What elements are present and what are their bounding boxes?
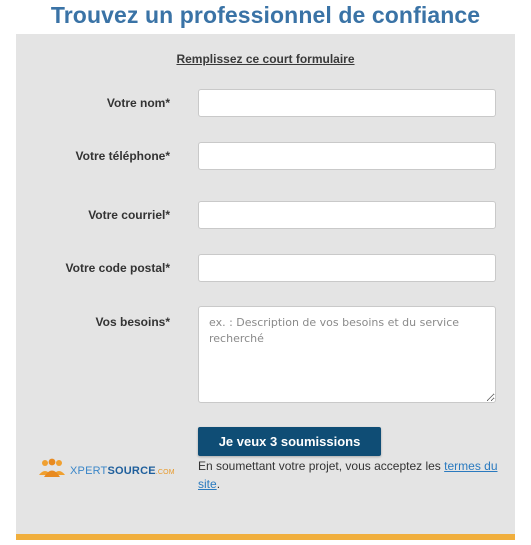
- needs-label: Vos besoins*: [95, 315, 170, 329]
- brand-part3: .COM: [155, 468, 175, 476]
- people-group-icon: [38, 458, 66, 483]
- postal-code-field[interactable]: [198, 254, 496, 282]
- submit-button[interactable]: Je veux 3 soumissions: [198, 427, 381, 456]
- brand-part1: XPERT: [70, 464, 108, 477]
- form-heading: Remplissez ce court formulaire: [176, 52, 355, 66]
- consent-text-start: En soumettant votre projet, vous accepte…: [198, 459, 445, 473]
- name-field[interactable]: [198, 89, 496, 117]
- brand-wordmark: XPERTSOURCE.COM: [70, 465, 175, 477]
- page-title: Trouvez un professionnel de confiance: [50, 2, 481, 28]
- phone-field[interactable]: [198, 142, 496, 170]
- email-label: Votre courriel*: [88, 208, 170, 222]
- consent-text: En soumettant votre projet, vous accepte…: [198, 457, 498, 493]
- card-accent-bar: [16, 534, 515, 540]
- name-label: Votre nom*: [106, 96, 170, 110]
- xpertsource-logo: XPERTSOURCE.COM: [38, 458, 175, 483]
- brand-part2: SOURCE: [107, 464, 156, 477]
- postal-code-label: Votre code postal*: [65, 261, 170, 275]
- email-field[interactable]: [198, 201, 496, 229]
- phone-label: Votre téléphone*: [75, 149, 170, 163]
- needs-textarea[interactable]: [198, 306, 496, 403]
- consent-text-end: .: [216, 477, 221, 491]
